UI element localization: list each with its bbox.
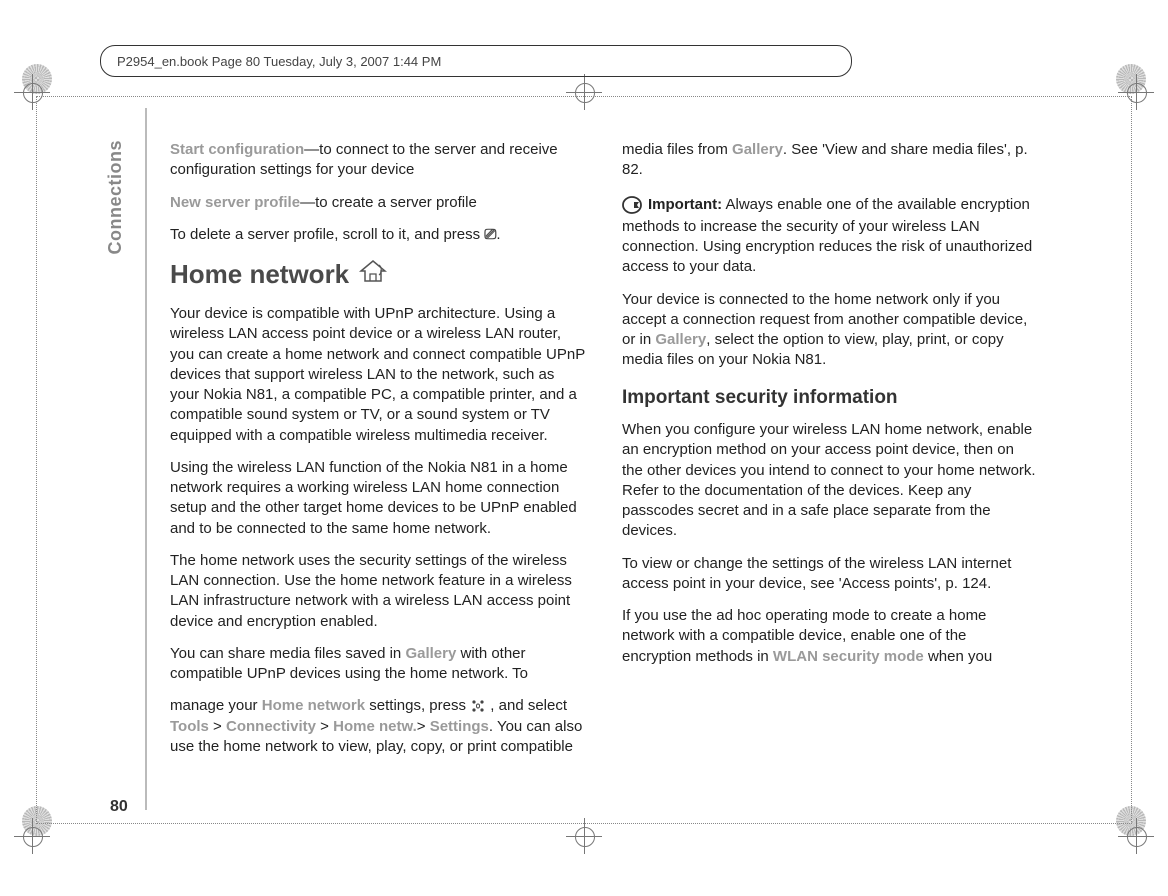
- header-text: P2954_en.book Page 80 Tuesday, July 3, 2…: [117, 54, 441, 69]
- ui-term: Gallery: [405, 645, 456, 662]
- home-network-icon: [359, 257, 387, 292]
- text: —to create a server profile: [300, 194, 477, 211]
- framemaker-header: P2954_en.book Page 80 Tuesday, July 3, 2…: [100, 45, 852, 77]
- heading-home-network: Home network: [170, 257, 586, 292]
- paragraph: The home network uses the security setti…: [170, 551, 586, 632]
- section-tab: Connections: [105, 140, 126, 255]
- paragraph: Your device is compatible with UPnP arch…: [170, 304, 586, 446]
- text: To delete a server profile, scroll to it…: [170, 226, 484, 243]
- menu-key-icon: [470, 697, 486, 716]
- paragraph: Your device is connected to the home net…: [622, 290, 1038, 371]
- important-icon: [622, 193, 642, 217]
- text: manage your: [170, 697, 262, 714]
- text: settings, press: [365, 697, 470, 714]
- ui-term: Tools: [170, 718, 209, 735]
- paragraph: To view or change the settings of the wi…: [622, 554, 1038, 595]
- ui-term: Gallery: [732, 141, 783, 158]
- ui-term: Start configuration: [170, 141, 304, 158]
- paragraph: New server profile—to create a server pr…: [170, 193, 586, 213]
- clear-key-icon: ⎚: [484, 225, 496, 245]
- body-columns: Start configuration—to connect to the se…: [170, 140, 1038, 786]
- important-note: Important: Always enable one of the avai…: [622, 193, 1038, 278]
- ui-term: Settings: [430, 718, 489, 735]
- side-rule: [145, 108, 147, 810]
- paragraph: To delete a server profile, scroll to it…: [170, 225, 586, 245]
- ui-term: New server profile: [170, 194, 300, 211]
- page-number: 80: [110, 798, 128, 816]
- text: , and select: [486, 697, 567, 714]
- paragraph: If you use the ad hoc operating mode to …: [622, 606, 1038, 667]
- text: .: [496, 226, 500, 243]
- paragraph: Start configuration—to connect to the se…: [170, 140, 586, 181]
- heading-text: Home network: [170, 257, 349, 292]
- paragraph: Using the wireless LAN function of the N…: [170, 458, 586, 539]
- text: >: [209, 718, 226, 735]
- ui-term: Home network: [262, 697, 365, 714]
- paragraph: You can share media files saved in Galle…: [170, 644, 586, 685]
- ui-term: Home netw.: [333, 718, 417, 735]
- ui-term: Gallery: [655, 331, 706, 348]
- text: when you: [924, 648, 992, 665]
- paragraph: When you configure your wireless LAN hom…: [622, 420, 1038, 542]
- text: >: [417, 718, 430, 735]
- important-label: Important:: [648, 196, 722, 213]
- text: >: [316, 718, 333, 735]
- ui-term: Connectivity: [226, 718, 316, 735]
- heading-security-info: Important security information: [622, 385, 1038, 411]
- text: You can share media files saved in: [170, 645, 405, 662]
- ui-term: WLAN security mode: [773, 648, 924, 665]
